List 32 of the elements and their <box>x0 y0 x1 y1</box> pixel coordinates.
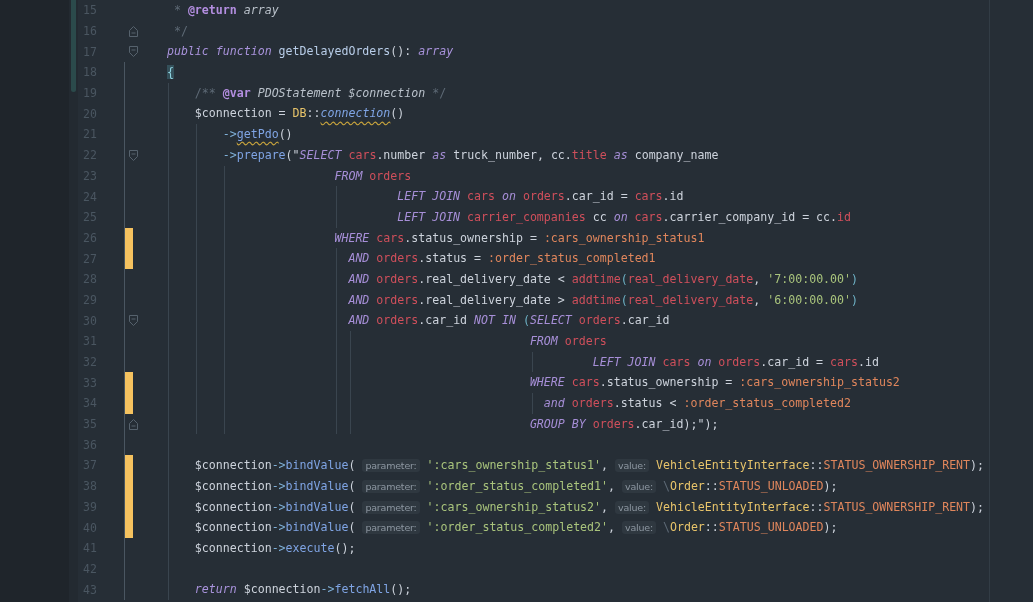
code-line: LEFT JOIN cars on orders.car_id = cars.id <box>139 186 684 207</box>
code-line: WHERE cars.status_ownership = :cars_ownership_status2 <box>139 372 900 394</box>
code-line: $connection->bindValue( parameter: ':order_status_completed1', value: \Order::STATUS_UNLOADED); <box>139 475 838 497</box>
code-line: LEFT JOIN cars on orders.car_id = cars.id <box>139 351 879 373</box>
code-line: ->prepare("SELECT cars.number as truck_number, cc.title as company_name <box>139 144 719 166</box>
code-line: return $connection->fetchAll(); <box>139 579 412 600</box>
code-line: /** @var PDOStatement $connection */ <box>139 82 447 104</box>
fold-icon[interactable] <box>129 149 138 161</box>
code-line: $connection->bindValue( parameter: ':order_status_completed2', value: \Order::STATUS_UNLOADED); <box>139 517 838 538</box>
code-line: GROUP BY orders.car_id);"); <box>139 413 719 435</box>
scrollbar-thumb[interactable] <box>71 0 76 92</box>
code-line: FROM orders <box>139 165 412 187</box>
fold-icon[interactable] <box>129 418 138 430</box>
code-line: AND orders.real_delivery_date < addtime(real_delivery_date, '7:00:00.00') <box>139 268 858 290</box>
code-line: AND orders.status = :order_status_completed1 <box>139 248 656 269</box>
code-line: $connection->bindValue( parameter: ':cars_ownership_status1', value: VehicleEntityInterface::STATUS_OWNERSHIP_RENT); <box>139 455 985 476</box>
code-line: $connection->bindValue( parameter: ':cars_ownership_status2', value: VehicleEntityInterface::STATUS_OWNERSHIP_RENT); <box>139 496 985 518</box>
fold-icon[interactable] <box>129 315 138 327</box>
code-line: public function getDelayedOrders(): array <box>165 43 454 61</box>
code-line: $connection->execute(); <box>139 537 356 559</box>
code-line: and orders.status < :order_status_completed2 <box>139 393 851 414</box>
code-line: AND orders.real_delivery_date > addtime(real_delivery_date, '6:00:00.00') <box>139 289 858 311</box>
code-line: */ <box>172 22 188 40</box>
code-line: ->getPdo() <box>139 124 293 145</box>
code-line: WHERE cars.status_ownership = :cars_ownership_status1 <box>139 227 705 249</box>
code-line: LEFT JOIN carrier_companies cc on cars.carrier_company_id = cc.id <box>139 206 852 228</box>
fold-icon[interactable] <box>129 25 138 37</box>
code-line: $connection = DB::connection() <box>139 103 405 125</box>
code-line: * @return array <box>172 2 279 19</box>
fold-icon[interactable] <box>129 46 138 58</box>
code-line: AND orders.car_id NOT IN (SELECT orders.car_id <box>139 310 670 331</box>
code-line: FROM orders <box>139 331 607 352</box>
